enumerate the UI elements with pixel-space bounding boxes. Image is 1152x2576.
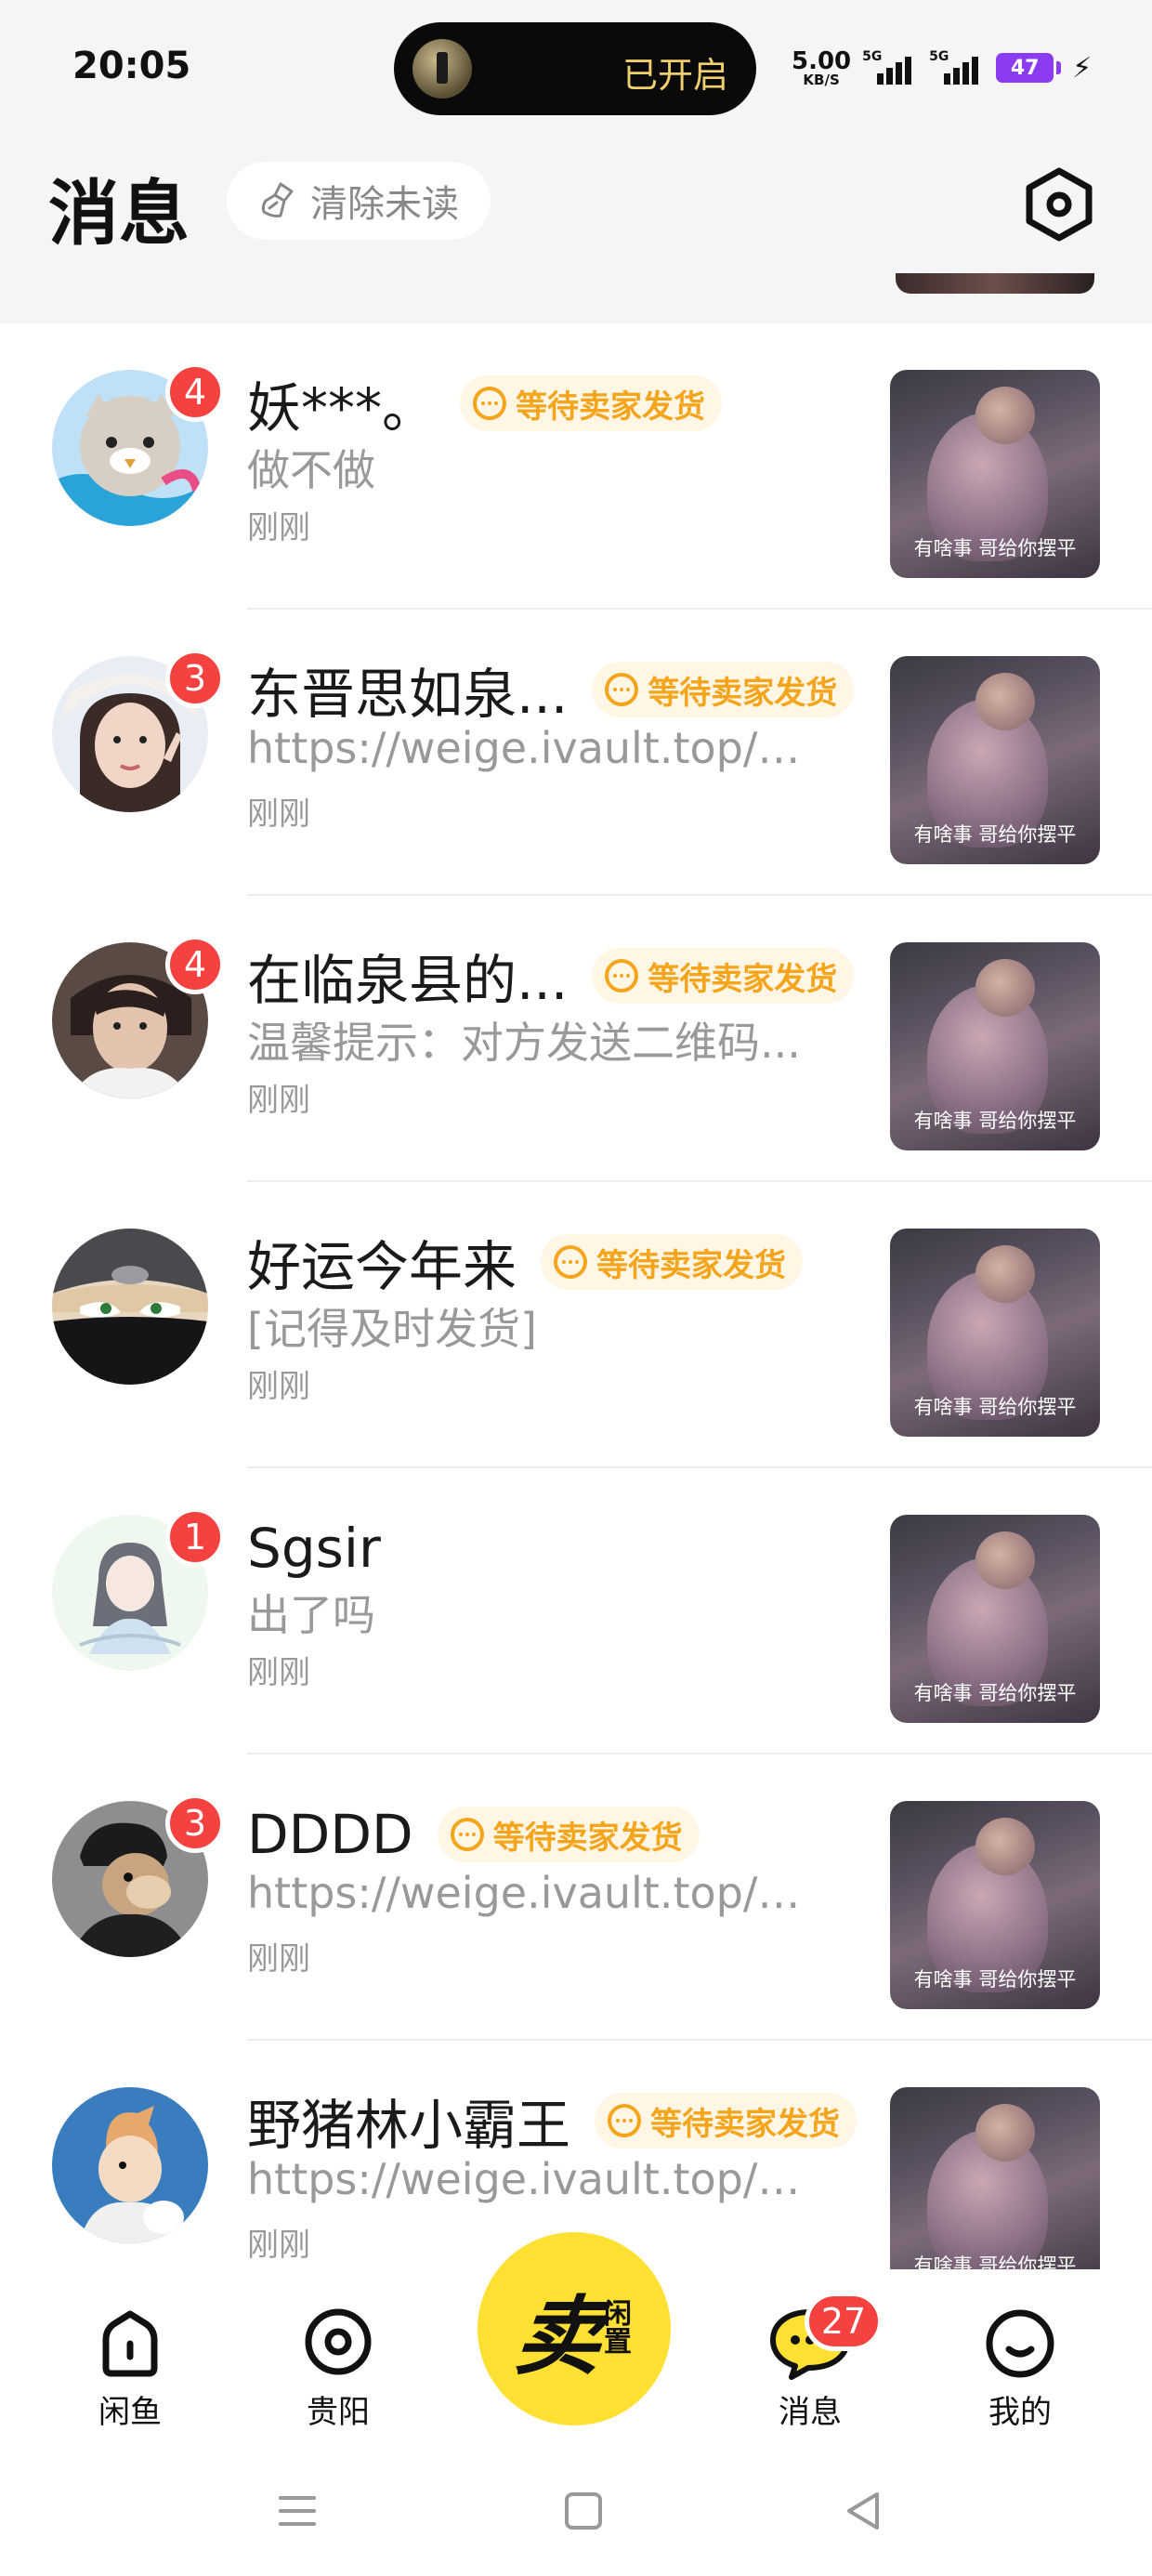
battery-icon: 47 <box>996 53 1054 83</box>
home-square-icon[interactable] <box>561 2489 606 2533</box>
item-thumbnail[interactable]: 有啥事 哥给你摆平 <box>890 1515 1100 1723</box>
contact-name: 在临泉县的... <box>247 949 569 1012</box>
ellipsis-circle-icon <box>473 387 507 420</box>
awaiting-shipment-tag: 等待卖家发货 <box>437 1807 700 1862</box>
back-triangle-icon[interactable] <box>842 2489 886 2533</box>
ellipsis-circle-icon <box>605 673 639 706</box>
contact-name: 东晋思如泉... <box>247 663 569 726</box>
signal-5g-icon: 5G <box>929 49 985 86</box>
conversation-row[interactable]: 好运今年来 等待卖家发货 [记得及时发货] 刚刚 有啥事 哥给你摆平 <box>0 1182 1152 1468</box>
item-thumbnail[interactable]: 有啥事 哥给你摆平 <box>890 1801 1100 2009</box>
ellipsis-circle-icon <box>608 2104 642 2137</box>
message-time: 刚刚 <box>247 1082 310 1119</box>
message-preview: 做不做 <box>247 445 375 495</box>
message-preview: [记得及时发货] <box>247 1304 537 1354</box>
sell-button[interactable]: 卖 闲 置 <box>478 2232 671 2425</box>
contact-name: 好运今年来 <box>247 1235 517 1298</box>
flashlight-icon <box>412 39 472 99</box>
sell-label: 卖 <box>510 2286 607 2386</box>
message-time: 刚刚 <box>247 1368 310 1405</box>
clear-unread-button[interactable]: 清除未读 <box>227 162 491 240</box>
signal-5g-icon: 5G <box>862 49 918 86</box>
message-preview: https://weige.ivault.top/#/... <box>247 2154 823 2204</box>
message-time: 刚刚 <box>247 509 310 546</box>
unread-badge: 3 <box>165 649 225 708</box>
unread-badge: 1 <box>165 1507 225 1567</box>
awaiting-shipment-tag: 等待卖家发货 <box>592 662 855 717</box>
unread-badge: 4 <box>165 935 225 994</box>
contact-name: 妖***。 <box>247 376 437 440</box>
clear-unread-label: 清除未读 <box>310 183 459 226</box>
conversation-list[interactable]: 4 妖***。 等待卖家发货 做不做 刚刚 有啥事 哥给你摆平 3 东晋思如泉.… <box>0 323 1152 2269</box>
thumbnail-caption: 有啥事 哥给你摆平 <box>913 2254 1077 2269</box>
item-thumbnail[interactable]: 有啥事 哥给你摆平 <box>890 370 1100 578</box>
page-header: 消息 清除未读 <box>0 139 1152 323</box>
status-bar: 20:05 已开启 5.00 KB/S 5G 5G 47 ⚡ <box>0 0 1152 139</box>
home-icon <box>102 2310 158 2377</box>
conversation-row[interactable]: 1 Sgsir 出了吗 刚刚 有啥事 哥给你摆平 <box>0 1468 1152 1755</box>
flashlight-island[interactable]: 已开启 <box>394 22 756 115</box>
tab-messages[interactable]: 消息 27 <box>745 2292 883 2446</box>
conversation-row[interactable]: 3 东晋思如泉... 等待卖家发货 https://weige.ivault.t… <box>0 610 1152 896</box>
item-thumbnail[interactable]: 有啥事 哥给你摆平 <box>890 2087 1100 2269</box>
location-icon <box>305 2308 372 2375</box>
thumbnail-caption: 有啥事 哥给你摆平 <box>913 1968 1077 1991</box>
contact-name: 野猪林小霸王 <box>247 2094 571 2157</box>
status-indicators: 5.00 KB/S 5G 5G 47 ⚡ <box>792 46 1092 89</box>
message-time: 刚刚 <box>247 2227 310 2264</box>
message-preview: 温馨提示：对方发送二维码... <box>247 1018 801 1068</box>
ellipsis-circle-icon <box>450 1818 484 1851</box>
thumbnail-caption: 有啥事 哥给你摆平 <box>913 1396 1077 1418</box>
message-time: 刚刚 <box>247 795 310 833</box>
avatar[interactable] <box>52 1229 208 1385</box>
awaiting-shipment-tag: 等待卖家发货 <box>592 948 855 1004</box>
item-thumbnail[interactable]: 有啥事 哥给你摆平 <box>890 942 1100 1150</box>
smiley-icon <box>986 2309 1054 2378</box>
ellipsis-circle-icon <box>554 1245 588 1279</box>
contact-name: Sgsir <box>247 1517 381 1580</box>
ellipsis-circle-icon <box>605 959 639 992</box>
page-title: 消息 <box>48 172 190 255</box>
thumbnail-caption: 有啥事 哥给你摆平 <box>913 1110 1077 1132</box>
broom-icon <box>261 182 294 217</box>
item-thumbnail[interactable]: 有啥事 哥给你摆平 <box>890 656 1100 864</box>
awaiting-shipment-tag: 等待卖家发货 <box>460 375 723 431</box>
awaiting-shipment-tag: 等待卖家发货 <box>595 2093 857 2149</box>
item-thumbnail[interactable]: 有啥事 哥给你摆平 <box>890 1229 1100 1437</box>
tab-profile[interactable]: 我的 <box>955 2307 1085 2446</box>
tab-location[interactable]: 贵阳 <box>273 2307 403 2446</box>
unread-badge: 4 <box>165 362 225 422</box>
thumbnail-caption: 有啥事 哥给你摆平 <box>913 537 1077 559</box>
message-preview: 出了吗 <box>247 1590 375 1640</box>
thumbnail-caption: 有啥事 哥给你摆平 <box>913 1682 1077 1704</box>
avatar[interactable] <box>52 2087 208 2243</box>
menu-icon[interactable] <box>275 2489 320 2533</box>
bottom-tab-bar: 闲鱼 贵阳 卖 闲 置 消息 27 我的 <box>0 2232 1152 2457</box>
tab-home[interactable]: 闲鱼 <box>65 2307 195 2446</box>
unread-badge: 3 <box>165 1794 225 1853</box>
conversation-row[interactable]: 4 在临泉县的... 等待卖家发货 温馨提示：对方发送二维码... 刚刚 有啥事… <box>0 896 1152 1182</box>
contact-name: DDDD <box>247 1803 413 1866</box>
thumbnail-caption: 有啥事 哥给你摆平 <box>913 823 1077 846</box>
status-time: 20:05 <box>72 45 191 87</box>
charging-icon: ⚡ <box>1072 51 1093 85</box>
message-preview: https://weige.ivault.top/#/... <box>247 1868 823 1918</box>
conversation-row[interactable]: 4 妖***。 等待卖家发货 做不做 刚刚 有啥事 哥给你摆平 <box>0 323 1152 610</box>
message-time: 刚刚 <box>247 1940 310 1978</box>
network-speed: 5.00 KB/S <box>792 46 852 88</box>
hexagon-settings-icon[interactable] <box>1022 167 1096 242</box>
messages-badge: 27 <box>805 2292 883 2351</box>
message-time: 刚刚 <box>247 1654 310 1691</box>
sell-sublabel: 闲 置 <box>604 2298 632 2359</box>
system-nav-bar <box>0 2457 1152 2576</box>
message-preview: https://weige.ivault.top/#/... <box>247 723 823 773</box>
flashlight-status: 已开启 <box>622 55 728 96</box>
conversation-row[interactable]: 3 DDDD 等待卖家发货 https://weige.ivault.top/#… <box>0 1755 1152 2041</box>
awaiting-shipment-tag: 等待卖家发货 <box>541 1234 804 1290</box>
partial-thumbnail <box>896 273 1094 294</box>
